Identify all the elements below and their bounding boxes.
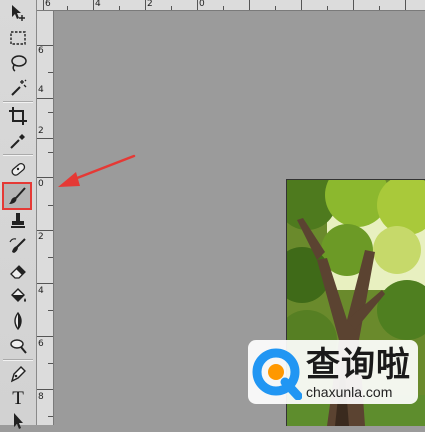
- watermark: 查询啦 chaxunla.com: [248, 340, 418, 404]
- ruler-tick: [223, 6, 224, 10]
- ruler-tick: [48, 363, 53, 364]
- marquee-tool[interactable]: [4, 27, 32, 49]
- ruler-tick: [67, 6, 68, 10]
- ruler-tick: [48, 112, 53, 113]
- clone-stamp-tool[interactable]: [4, 210, 32, 232]
- ruler-tick: [37, 177, 53, 178]
- ruler-tick: [48, 152, 53, 153]
- eyedropper-icon: [10, 134, 25, 149]
- marquee-icon: [10, 31, 26, 45]
- type-icon: T: [12, 388, 24, 409]
- history-brush-tool[interactable]: [4, 235, 32, 257]
- ruler-label: 2: [147, 0, 153, 9]
- lasso-tool[interactable]: [4, 52, 32, 74]
- ruler-tick: [48, 310, 53, 311]
- eraser-tool[interactable]: [4, 260, 32, 282]
- ruler-tick: [145, 0, 146, 10]
- ruler-tick: [37, 230, 53, 231]
- ruler-tick: [37, 389, 53, 390]
- path-selection-icon: [14, 413, 23, 429]
- ruler-label: 2: [38, 232, 44, 242]
- ruler-label: 2: [38, 126, 44, 136]
- lasso-icon: [11, 55, 27, 72]
- move-icon: [12, 5, 25, 21]
- eraser-icon: [10, 265, 26, 279]
- ruler-tick: [353, 0, 354, 10]
- clone-stamp-icon: [11, 213, 25, 228]
- eyedropper-tool[interactable]: [4, 130, 32, 152]
- ruler-tick: [327, 6, 328, 10]
- brush-icon: [9, 187, 26, 204]
- ruler-tick: [119, 6, 120, 10]
- ruler-tick: [249, 0, 250, 10]
- ruler-tick: [275, 6, 276, 10]
- ruler-tick: [37, 336, 53, 337]
- toolbar-divider: [3, 359, 33, 361]
- healing-brush-tool[interactable]: [4, 158, 32, 180]
- dodge-tool[interactable]: [4, 335, 32, 357]
- horizontal-ruler[interactable]: 6 4 2 0: [37, 0, 425, 11]
- vertical-ruler[interactable]: 6 4 2 0 2 4 6 8: [37, 11, 54, 425]
- history-brush-icon: [9, 238, 26, 253]
- ruler-tick: [48, 205, 53, 206]
- ruler-label: 6: [45, 0, 51, 9]
- ruler-label: 4: [95, 0, 101, 9]
- path-selection-tool[interactable]: [4, 410, 32, 432]
- annotation-arrow: [58, 154, 136, 187]
- crop-tool[interactable]: [4, 105, 32, 127]
- brush-tool[interactable]: [2, 182, 32, 210]
- magic-wand-icon: [11, 79, 27, 96]
- ruler-tick: [48, 416, 53, 417]
- paint-bucket-tool[interactable]: [4, 285, 32, 307]
- blur-icon: [14, 311, 22, 331]
- watermark-title: 查询啦: [306, 345, 411, 385]
- ruler-tick: [379, 6, 380, 10]
- magic-wand-tool[interactable]: [4, 77, 32, 99]
- type-tool[interactable]: T: [4, 388, 32, 410]
- watermark-subtitle: chaxunla.com: [306, 384, 393, 400]
- ruler-tick: [37, 45, 53, 46]
- pen-tool[interactable]: [4, 363, 32, 385]
- ruler-tick: [301, 0, 302, 10]
- ruler-tick: [37, 283, 53, 284]
- ruler-label: 4: [38, 286, 44, 296]
- ruler-label: 6: [38, 46, 44, 56]
- tools-panel: T: [0, 0, 37, 429]
- toolbar-divider: [3, 154, 33, 156]
- blur-tool[interactable]: [4, 310, 32, 332]
- crop-icon: [9, 107, 27, 125]
- ruler-label: 0: [38, 179, 44, 189]
- ruler-label: 6: [38, 339, 44, 349]
- ruler-tick: [171, 6, 172, 10]
- pen-icon: [10, 366, 26, 383]
- search-logo-icon: [252, 348, 302, 400]
- ruler-tick: [48, 72, 53, 73]
- ruler-label: 4: [38, 85, 44, 95]
- ruler-label: 8: [38, 392, 44, 402]
- ruler-tick: [37, 138, 53, 139]
- paint-bucket-icon: [11, 288, 26, 302]
- toolbar-divider: [3, 101, 33, 103]
- ruler-tick: [93, 0, 94, 10]
- move-tool[interactable]: [4, 2, 32, 24]
- ruler-label: 0: [199, 0, 205, 9]
- ruler-tick: [48, 257, 53, 258]
- ruler-tick: [43, 0, 44, 10]
- ruler-tick: [405, 0, 406, 10]
- healing-brush-icon: [11, 162, 26, 176]
- ruler-tick: [197, 0, 198, 10]
- dodge-icon: [10, 339, 27, 354]
- ruler-tick: [37, 98, 53, 99]
